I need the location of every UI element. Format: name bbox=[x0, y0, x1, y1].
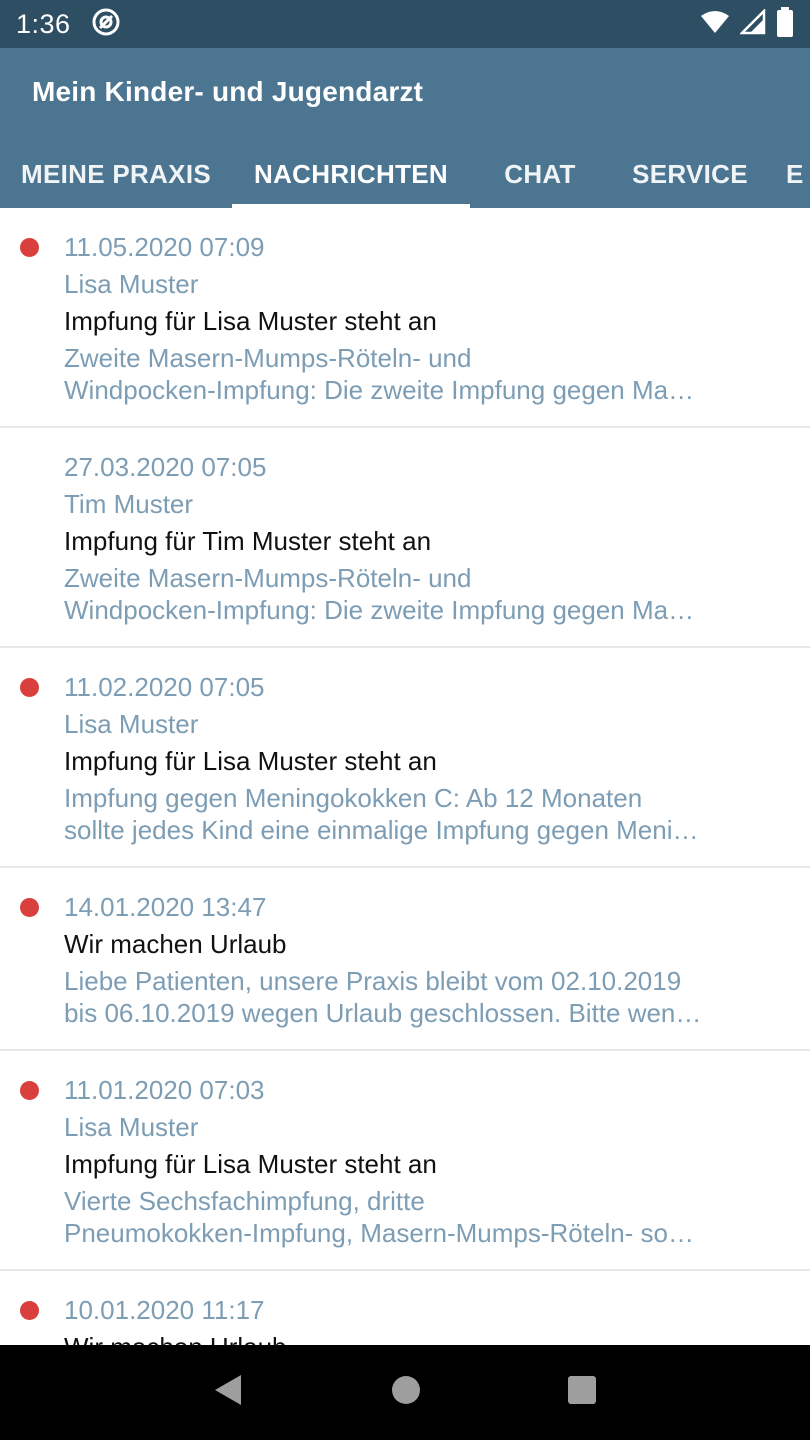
message-recipient: Lisa Muster bbox=[64, 269, 199, 299]
message-preview-line1: Zweite Masern-Mumps-Röteln- und bbox=[64, 563, 472, 593]
home-icon[interactable] bbox=[391, 1375, 421, 1410]
tab-chat[interactable]: CHAT bbox=[470, 140, 610, 208]
battery-icon bbox=[776, 6, 794, 42]
message-preview-line2: sollte jedes Kind eine einmalige Impfung… bbox=[64, 815, 699, 845]
tab-nachrichten[interactable]: NACHRICHTEN bbox=[232, 140, 470, 208]
message-preview-line1: Zweite Masern-Mumps-Röteln- und bbox=[64, 343, 472, 373]
message-recipient: Tim Muster bbox=[64, 489, 194, 519]
wifi-icon bbox=[700, 9, 730, 40]
message-preview-line1: Vierte Sechsfachimpfung, dritte bbox=[64, 1186, 425, 1216]
message-preview-line1: Impfung gegen Meningokokken C: Ab 12 Mon… bbox=[64, 783, 643, 813]
app-title: Mein Kinder- und Jugendarzt bbox=[32, 76, 424, 107]
message-item[interactable]: 27.03.2020 07:05 Tim Muster Impfung für … bbox=[0, 428, 810, 648]
message-date: 11.05.2020 07:09 bbox=[64, 232, 265, 262]
message-date: 14.01.2020 13:47 bbox=[64, 892, 267, 922]
message-subject: Impfung für Lisa Muster steht an bbox=[64, 1149, 437, 1179]
message-preview-line1: Liebe Patienten, unsere Praxis bleibt vo… bbox=[64, 966, 682, 996]
message-item[interactable]: 14.01.2020 13:47 Wir machen Urlaub Liebe… bbox=[0, 868, 810, 1051]
tab-bar: MEINE PRAXIS NACHRICHTEN CHAT SERVICE E bbox=[0, 140, 810, 208]
app-bar: Mein Kinder- und Jugendarzt MEINE PRAXIS… bbox=[0, 48, 810, 208]
message-preview-line2: Windpocken-Impfung: Die zweite Impfung g… bbox=[64, 595, 695, 625]
message-subject: Impfung für Tim Muster steht an bbox=[64, 526, 432, 556]
message-recipient: Lisa Muster bbox=[64, 1112, 199, 1142]
unread-dot-icon bbox=[20, 238, 39, 257]
message-preview-line2: bis 06.10.2019 wegen Urlaub geschlossen.… bbox=[64, 998, 702, 1028]
message-item[interactable]: 11.01.2020 07:03 Lisa Muster Impfung für… bbox=[0, 1051, 810, 1271]
tab-service[interactable]: SERVICE bbox=[610, 140, 770, 208]
tab-meine-praxis[interactable]: MEINE PRAXIS bbox=[0, 140, 232, 208]
message-list: 11.05.2020 07:09 Lisa Muster Impfung für… bbox=[0, 208, 810, 1345]
tab-truncated[interactable]: E bbox=[786, 140, 810, 208]
message-subject: Impfung für Lisa Muster steht an bbox=[64, 306, 437, 336]
message-date: 27.03.2020 07:05 bbox=[64, 452, 267, 482]
recents-icon[interactable] bbox=[567, 1375, 597, 1410]
message-item[interactable]: 11.02.2020 07:05 Lisa Muster Impfung für… bbox=[0, 648, 810, 868]
status-bar: 1:36 bbox=[0, 0, 810, 48]
at-sign-icon bbox=[91, 7, 121, 42]
message-item[interactable]: 11.05.2020 07:09 Lisa Muster Impfung für… bbox=[0, 208, 810, 428]
message-date: 11.01.2020 07:03 bbox=[64, 1075, 265, 1105]
unread-dot-icon bbox=[20, 1301, 39, 1320]
message-subject: Wir machen Urlaub bbox=[64, 929, 287, 959]
status-time: 1:36 bbox=[16, 8, 71, 39]
system-nav-bar bbox=[0, 1345, 810, 1440]
message-subject: Wir machen Urlaub bbox=[64, 1332, 764, 1345]
back-icon[interactable] bbox=[213, 1373, 245, 1412]
signal-icon bbox=[738, 7, 766, 40]
message-item[interactable]: 10.01.2020 11:17 Wir machen Urlaub bbox=[0, 1271, 810, 1345]
message-date: 11.02.2020 07:05 bbox=[64, 672, 265, 702]
message-recipient: Lisa Muster bbox=[64, 709, 199, 739]
unread-dot-icon bbox=[20, 1081, 39, 1100]
message-preview-line2: Windpocken-Impfung: Die zweite Impfung g… bbox=[64, 375, 695, 405]
message-preview-line2: Pneumokokken-Impfung, Masern-Mumps-Rötel… bbox=[64, 1218, 695, 1248]
message-date: 10.01.2020 11:17 bbox=[64, 1295, 265, 1325]
unread-dot-icon bbox=[20, 898, 39, 917]
message-subject: Impfung für Lisa Muster steht an bbox=[64, 746, 437, 776]
unread-dot-icon bbox=[20, 678, 39, 697]
